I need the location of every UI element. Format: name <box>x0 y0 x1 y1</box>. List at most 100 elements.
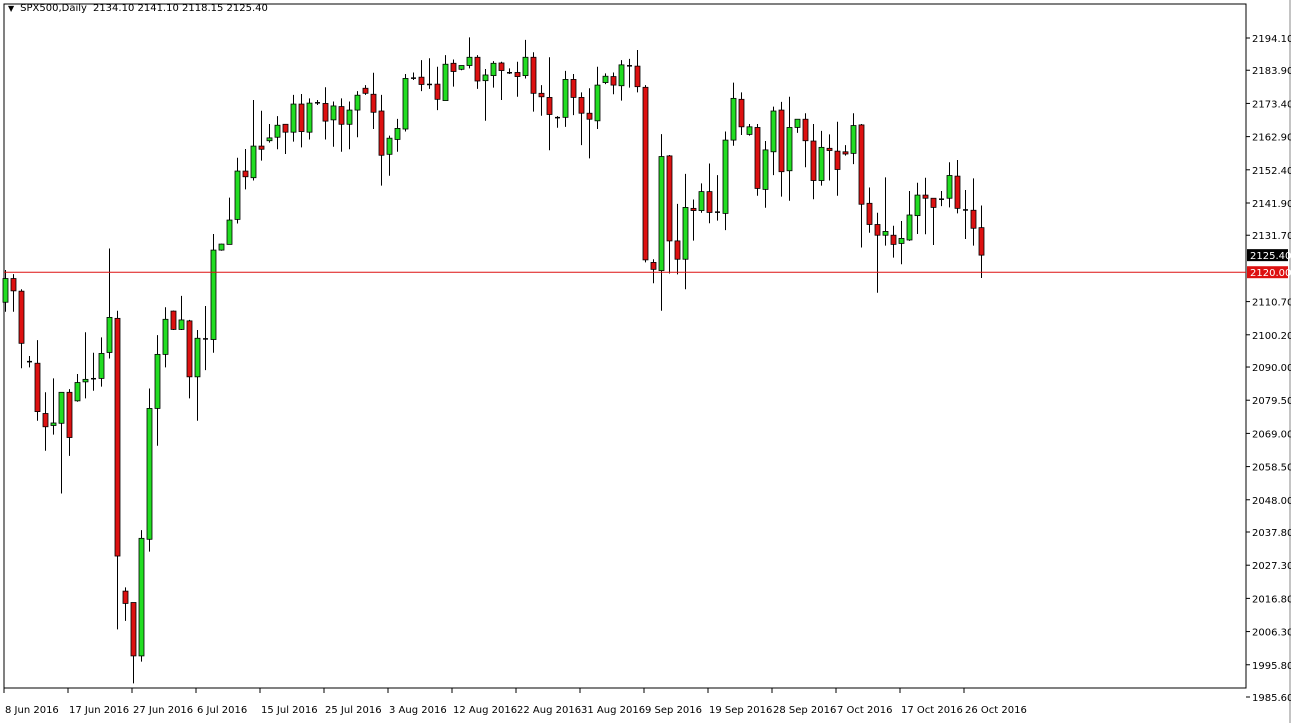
candle-body-bull <box>915 195 920 216</box>
date-tick-label: 31 Aug 2016 <box>581 705 645 716</box>
candle-body-bear <box>835 151 840 169</box>
candle-body-bear <box>299 104 304 131</box>
price-tick-label: 2162.90 <box>1252 133 1291 144</box>
candle-body-bear <box>259 146 264 149</box>
candle-body-bear <box>363 88 368 93</box>
candle-body-bear <box>115 318 120 556</box>
candle-body-bull <box>51 423 56 426</box>
date-tick-label: 25 Jul 2016 <box>325 705 382 716</box>
candle-body-bear <box>371 94 376 112</box>
candle-body-bear <box>419 77 424 84</box>
candle-body-bear <box>955 176 960 208</box>
price-tick-label: 2100.20 <box>1252 331 1291 342</box>
candle-body-bull <box>75 383 80 401</box>
candle-body-bull <box>355 95 360 110</box>
candle-body-bull <box>235 171 240 219</box>
candle-body-bull <box>163 319 168 354</box>
candle-body-bull <box>819 147 824 180</box>
candle-body-bear <box>243 171 248 177</box>
date-tick-label: 12 Aug 2016 <box>453 705 517 716</box>
candle-body-bear <box>43 413 48 426</box>
candle-body-bull <box>147 408 152 539</box>
dropdown-triangle-icon[interactable]: ▼ <box>8 4 14 13</box>
date-tick-label: 17 Jun 2016 <box>69 705 129 716</box>
candle-body-bear <box>691 208 696 210</box>
price-tick-label: 2173.40 <box>1252 99 1291 110</box>
candle-body-bull <box>83 379 88 382</box>
candle-body-bear <box>587 113 592 119</box>
candle-body-bear <box>339 107 344 125</box>
candle-body-bear <box>19 291 24 343</box>
candle-body-bull <box>603 76 608 82</box>
candle-body-bear <box>667 156 672 241</box>
candle-body-bear <box>875 224 880 235</box>
candle-body-bear <box>539 93 544 96</box>
candle-body-bull <box>179 320 184 329</box>
candle-body-bear <box>531 57 536 93</box>
candle-body-bull <box>483 75 488 81</box>
candle-body-bear <box>827 148 832 150</box>
candle-body-bear <box>11 279 16 291</box>
candle-body-bull <box>899 238 904 243</box>
candle-body-bear <box>755 127 760 188</box>
candle-body-bear <box>651 262 656 269</box>
candle-body-bear <box>283 124 288 132</box>
candle <box>643 85 648 262</box>
candle-body-bull <box>491 63 496 75</box>
date-tick-label: 3 Aug 2016 <box>389 705 447 716</box>
price-tick-label: 2037.80 <box>1252 528 1291 539</box>
price-tick-label: 2141.90 <box>1252 199 1291 210</box>
candlestick-chart[interactable]: 2194.102183.902173.402162.902152.402141.… <box>0 0 1291 723</box>
candle-body-bull <box>195 338 200 377</box>
price-tick-label: 2016.80 <box>1252 594 1291 605</box>
candle-body-bull <box>155 354 160 408</box>
price-tick-label: 2058.50 <box>1252 463 1291 474</box>
candle <box>219 244 224 251</box>
candle-body-bear <box>675 241 680 259</box>
candle <box>459 65 464 70</box>
candle-body-bull <box>563 79 568 117</box>
price-tick-label: 2069.00 <box>1252 429 1291 440</box>
price-axis: 2194.102183.902173.402162.902152.402141.… <box>1246 34 1291 704</box>
candle-body-bull <box>139 538 144 656</box>
price-tick-label: 2110.70 <box>1252 298 1291 309</box>
candle-body-bear <box>643 87 648 260</box>
candle-body-bear <box>635 66 640 87</box>
candle-body-bear <box>35 363 40 411</box>
candle-body-bull <box>227 220 232 244</box>
candle-body-bear <box>499 63 504 71</box>
date-tick-label: 9 Sep 2016 <box>645 705 702 716</box>
candle-body-bull <box>459 65 464 69</box>
candle-body-bear <box>123 591 128 603</box>
date-tick-label: 28 Sep 2016 <box>773 705 836 716</box>
price-tick-label: 1995.80 <box>1252 661 1291 672</box>
price-tick-label: 2006.30 <box>1252 628 1291 639</box>
candle-body-bear <box>451 63 456 71</box>
horizontal-line-price-label: 2120.00 <box>1250 268 1291 279</box>
ohlc-readout: 2134.10 2141.10 2118.15 2125.40 <box>93 3 268 14</box>
price-tick-label: 2027.30 <box>1252 561 1291 572</box>
candle-body-bull <box>723 140 728 213</box>
price-tick-label: 2090.00 <box>1252 363 1291 374</box>
candle-body-bear <box>843 152 848 154</box>
candle-body-bear <box>67 392 72 437</box>
time-axis: 8 Jun 201617 Jun 201627 Jun 20166 Jul 20… <box>4 688 1027 716</box>
candle-body-bull <box>595 85 600 121</box>
price-tick-label: 2079.50 <box>1252 396 1291 407</box>
date-tick-label: 19 Sep 2016 <box>709 705 772 716</box>
candle-body-bear <box>867 203 872 224</box>
date-tick-label: 22 Aug 2016 <box>517 705 581 716</box>
candle-body-bull <box>851 126 856 154</box>
price-tick-label: 2183.90 <box>1252 66 1291 77</box>
candle <box>211 234 216 353</box>
current-price-label: 2125.40 <box>1250 251 1291 262</box>
candle-body-bull <box>659 157 664 271</box>
candle <box>171 310 176 330</box>
candle <box>147 389 152 552</box>
candle-body-bull <box>947 175 952 198</box>
candle-body-bull <box>347 110 352 124</box>
candle-body-bull <box>251 146 256 178</box>
candle-body-bull <box>731 98 736 140</box>
candle-body-bull <box>331 106 336 120</box>
candle-body-bull <box>211 250 216 339</box>
